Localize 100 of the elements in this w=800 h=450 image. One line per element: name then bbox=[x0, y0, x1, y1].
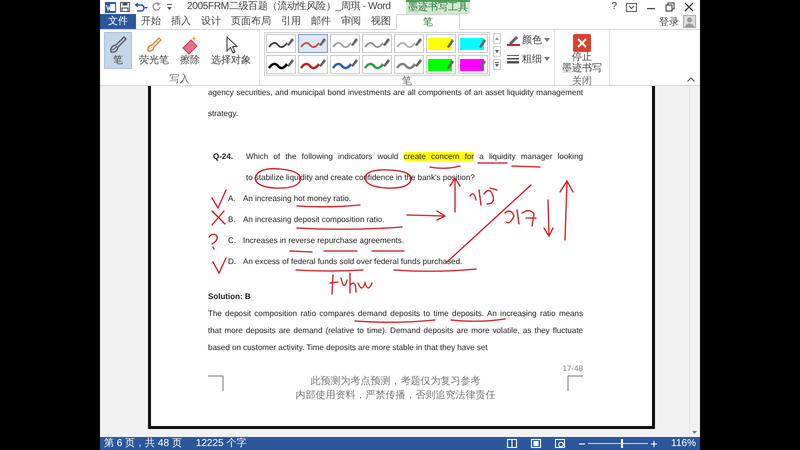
option-text: Increases in reverse repurchase agreements. bbox=[243, 236, 404, 246]
pen-color-button[interactable]: 颜色 bbox=[507, 33, 550, 47]
slider-thumb[interactable] bbox=[621, 439, 624, 448]
redo-icon[interactable] bbox=[152, 2, 162, 12]
ribbon-tab[interactable]: 开始 bbox=[136, 14, 166, 29]
highlighted-text: create concern for bbox=[404, 152, 474, 160]
pen-swatch[interactable] bbox=[362, 55, 392, 74]
zoom-in-icon[interactable] bbox=[651, 440, 658, 446]
footer-text: 内部使用资料，严禁传播，否则追究法律责任 bbox=[296, 389, 496, 403]
ribbon-tab[interactable]: 设计 bbox=[196, 14, 226, 29]
zoom-percentage[interactable]: 116% bbox=[671, 437, 696, 450]
window-title: 2005FRM二级百题（流动性风险）_周琪 - Word bbox=[186, 0, 392, 14]
ink-check-mark bbox=[211, 189, 227, 210]
undo-icon[interactable] bbox=[134, 2, 148, 12]
ribbon-tab[interactable]: 页面布局 bbox=[226, 14, 276, 29]
option-letter: A. bbox=[228, 194, 236, 204]
ribbon-tab[interactable]: 笔 bbox=[396, 14, 460, 30]
ribbon-tab[interactable]: 审阅 bbox=[336, 14, 366, 29]
ink-underline bbox=[477, 162, 508, 164]
ink-arrow bbox=[559, 180, 574, 241]
caret-icon bbox=[544, 57, 550, 61]
ribbon-tab[interactable]: 文件 bbox=[100, 14, 136, 29]
select-objects-button[interactable]: 选择对象 bbox=[207, 32, 255, 69]
pen-swatch[interactable] bbox=[394, 34, 424, 53]
collapse-ribbon-icon[interactable] bbox=[687, 77, 695, 82]
ink-underline bbox=[429, 165, 461, 169]
word-count: 12225 个字 bbox=[196, 437, 246, 450]
corner-mark-icon bbox=[567, 375, 583, 391]
page-number: 17-48 bbox=[562, 363, 583, 375]
ink-cross-mark bbox=[211, 210, 226, 226]
question-number: Q-24. bbox=[213, 151, 234, 163]
option-letter: C. bbox=[228, 236, 236, 246]
question-text: Which of the following indicators would create concern for a liquidity manager looking bbox=[246, 152, 583, 162]
ribbon-tab[interactable]: 插入 bbox=[166, 14, 196, 29]
eraser-icon bbox=[180, 35, 200, 55]
zoom-out-icon[interactable] bbox=[579, 440, 586, 446]
print-layout-icon[interactable] bbox=[531, 439, 542, 448]
ink-question-mark bbox=[208, 234, 218, 250]
option-text: An excess of federal funds sold over federal funds purchased. bbox=[243, 256, 462, 266]
pen-swatch[interactable] bbox=[298, 55, 328, 74]
customize-caret-icon[interactable] bbox=[166, 3, 173, 11]
handwriting-scribble bbox=[469, 187, 498, 206]
pen-tool-button[interactable]: 笔 bbox=[104, 32, 132, 69]
ink-underline bbox=[511, 165, 541, 168]
ribbon-group-label: 写入 bbox=[168, 74, 190, 85]
highlighter-tool-button[interactable]: 荧光笔 bbox=[135, 32, 173, 69]
restore-icon[interactable] bbox=[665, 2, 675, 12]
pen-icon bbox=[108, 35, 128, 55]
scroll-down-icon[interactable] bbox=[493, 46, 501, 57]
ribbon-display-icon[interactable] bbox=[626, 2, 637, 12]
solution-heading: Solution: B bbox=[208, 291, 252, 303]
ink-check-mark bbox=[212, 257, 227, 274]
handwriting-scribble bbox=[504, 209, 537, 227]
pen-swatch[interactable] bbox=[330, 34, 360, 53]
ink-underline bbox=[295, 269, 364, 272]
eraser-tool-button[interactable]: 擦除 bbox=[176, 32, 204, 69]
save-icon[interactable] bbox=[120, 2, 130, 12]
ribbon-tab[interactable]: 视图 bbox=[366, 14, 396, 29]
contextual-tab-label: 墨迹书写工具 bbox=[406, 0, 470, 14]
ribbon-group-label: 笔 bbox=[401, 76, 413, 87]
pen-swatch[interactable] bbox=[458, 34, 488, 53]
thickness-button[interactable]: 粗细 bbox=[507, 52, 550, 66]
web-layout-icon[interactable] bbox=[555, 439, 566, 448]
handwriting-scribble bbox=[329, 272, 373, 295]
solution-paragraph: The deposit composition ratio compares demand deposits to time deposits. An increasing ratio means that more deposits are demand (relative to time). Demand deposits are more volatile, as they fluctuate based on customer activity. Time deposits are more stable in that they have set bbox=[208, 308, 583, 354]
option-text: An increasing hot money ratio. bbox=[243, 194, 352, 204]
line-thickness-icon bbox=[507, 54, 520, 64]
body-paragraph: agency securities, and municipal bond investments are all components of an asset liquidity management strategy. bbox=[208, 87, 583, 120]
footer-text: 此预测为考点预测，考题仅为复习参考 bbox=[310, 375, 480, 389]
pen-swatch[interactable] bbox=[394, 55, 424, 74]
close-icon[interactable] bbox=[684, 2, 694, 12]
caret-icon bbox=[544, 38, 550, 42]
sign-in-link[interactable]: 登录 bbox=[659, 14, 679, 28]
corner-mark-icon bbox=[208, 375, 224, 391]
pen-swatch[interactable] bbox=[426, 55, 456, 74]
ink-arrow bbox=[406, 210, 446, 221]
ink-arrow bbox=[543, 199, 554, 238]
stop-inking-button[interactable]: 停止 墨迹书写 bbox=[559, 32, 605, 76]
option-letter: B. bbox=[228, 214, 236, 224]
pen-color-icon bbox=[507, 34, 520, 46]
expand-gallery-icon[interactable] bbox=[493, 59, 501, 70]
ribbon-group-label: 关闭 bbox=[571, 76, 593, 87]
pen-swatch[interactable] bbox=[458, 55, 488, 74]
ribbon-tab[interactable]: 引用 bbox=[276, 14, 306, 29]
pen-swatch[interactable] bbox=[362, 34, 392, 53]
app-icon[interactable] bbox=[105, 2, 116, 12]
pen-swatch[interactable] bbox=[298, 34, 328, 53]
read-mode-icon[interactable] bbox=[507, 439, 518, 448]
x-mark-icon bbox=[573, 34, 591, 52]
pen-swatch[interactable] bbox=[330, 55, 360, 74]
help-button[interactable]: ? bbox=[611, 0, 617, 14]
option-text: An increasing deposit composition ratio. bbox=[243, 214, 384, 224]
ribbon-tab[interactable]: 邮件 bbox=[306, 14, 336, 29]
page-count: 第 6 页，共 48 页 bbox=[104, 437, 182, 450]
ink-underline bbox=[296, 204, 361, 208]
pen-swatch[interactable] bbox=[266, 55, 296, 74]
option-letter: D. bbox=[228, 256, 236, 266]
pen-swatch[interactable] bbox=[266, 34, 296, 53]
pen-swatch[interactable] bbox=[426, 34, 456, 53]
vertical-scrollbar[interactable] bbox=[689, 86, 700, 437]
